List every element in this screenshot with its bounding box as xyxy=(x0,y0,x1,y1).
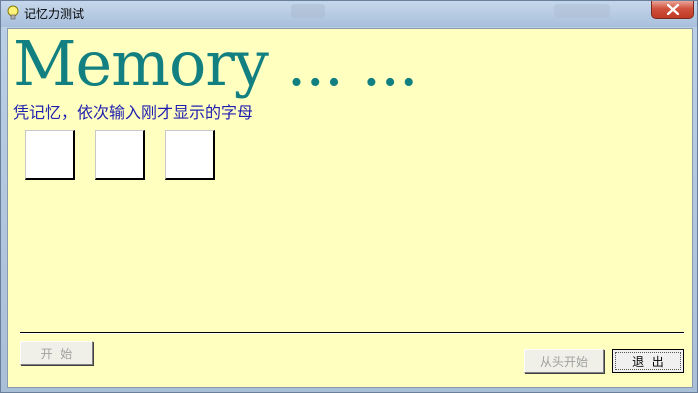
letter-input-box-1[interactable] xyxy=(25,130,75,180)
background-blur xyxy=(291,4,325,18)
letter-input-box-2[interactable] xyxy=(95,130,145,180)
lightbulb-icon xyxy=(6,5,20,21)
page-title: Memory ... ... xyxy=(13,27,419,100)
background-blur xyxy=(554,4,610,18)
close-icon xyxy=(667,4,679,15)
restart-button-label: 从头开始 xyxy=(539,354,588,369)
start-button[interactable]: 开 始 xyxy=(20,341,93,365)
close-button[interactable] xyxy=(651,1,694,19)
client-area: Memory ... ... 凭记忆，依次输入刚才显示的字母 开 始 从头开始 … xyxy=(7,27,693,388)
title-bar[interactable]: 记忆力测试 xyxy=(1,1,697,27)
window-title: 记忆力测试 xyxy=(24,7,85,21)
app-window: 记忆力测试 Memory ... ... 凭记忆，依次输入刚才显示的字母 开 始… xyxy=(0,0,698,393)
exit-button[interactable]: 退 出 xyxy=(612,349,684,373)
restart-button[interactable]: 从头开始 xyxy=(524,349,604,373)
start-button-label: 开 始 xyxy=(40,346,73,361)
letter-input-box-3[interactable] xyxy=(165,130,215,180)
instruction-label: 凭记忆，依次输入刚才显示的字母 xyxy=(13,103,254,122)
divider xyxy=(20,332,684,333)
focus-rect xyxy=(615,352,681,370)
